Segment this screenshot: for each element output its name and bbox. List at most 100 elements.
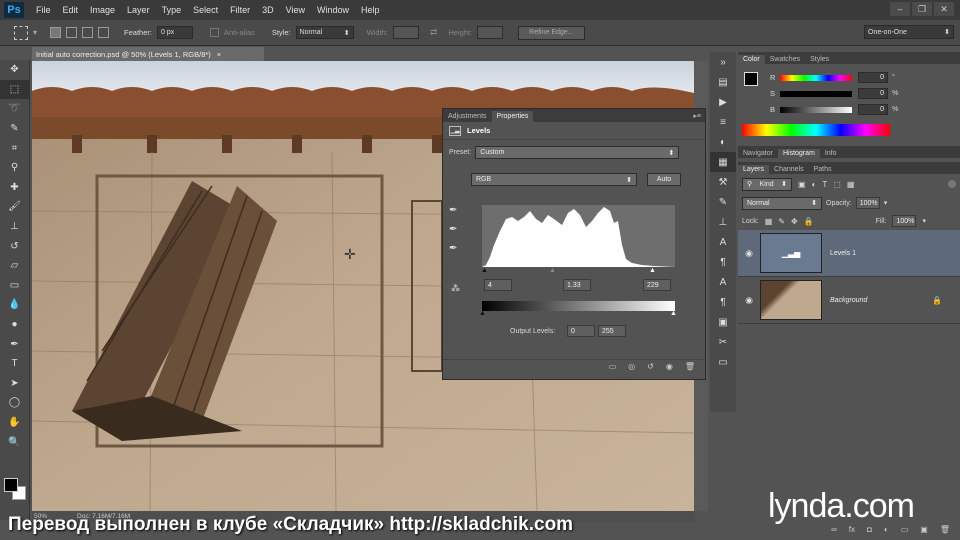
hand-tool-icon[interactable]: ✋: [0, 413, 29, 433]
notes-panel-icon[interactable]: ▭: [710, 352, 736, 372]
clipping-warning-icon[interactable]: ⁂: [451, 283, 460, 294]
history-panel-icon[interactable]: ▤: [710, 72, 736, 92]
tab-paths[interactable]: Paths: [809, 165, 837, 174]
character-panel-icon[interactable]: A: [710, 232, 736, 252]
layer-name-background[interactable]: Background: [830, 297, 867, 304]
close-button[interactable]: ✕: [934, 2, 954, 16]
gray-point-eyedropper-icon[interactable]: ✒: [449, 224, 463, 235]
input-slider-track[interactable]: ▲ ▲ ▲: [481, 267, 676, 275]
lock-transparent-icon[interactable]: ▦: [765, 217, 773, 226]
intersect-selection-icon[interactable]: [98, 27, 110, 38]
rectangular-marquee-icon[interactable]: ⬚: [0, 79, 29, 100]
paragraph-panel-icon[interactable]: ¶: [710, 252, 736, 272]
preset-select[interactable]: Custom ⬍: [475, 146, 680, 159]
width-input[interactable]: [392, 26, 419, 39]
eye-icon[interactable]: ◉: [738, 295, 760, 306]
tab-info[interactable]: Info: [820, 149, 842, 158]
menu-help[interactable]: Help: [355, 5, 386, 15]
filter-toggle-icon[interactable]: [948, 180, 956, 188]
white-point-eyedropper-icon[interactable]: ✒: [449, 243, 463, 254]
subtract-selection-icon[interactable]: [82, 27, 94, 38]
view-previous-icon[interactable]: ◎: [628, 362, 635, 371]
ellipse-tool-icon[interactable]: ◯: [0, 393, 29, 413]
actions-panel-icon[interactable]: ▶: [710, 92, 736, 112]
clip-to-layer-icon[interactable]: ▭: [609, 362, 617, 371]
antialias-checkbox[interactable]: [209, 28, 219, 37]
tab-navigator[interactable]: Navigator: [738, 149, 778, 158]
adjustments-panel-icon[interactable]: ◐: [710, 132, 736, 152]
input-white-field[interactable]: 229: [643, 279, 671, 291]
tab-channels[interactable]: Channels: [769, 165, 809, 174]
minimize-button[interactable]: –: [890, 2, 910, 16]
new-layer-icon[interactable]: ▣: [920, 525, 928, 534]
crop-icon[interactable]: ⌗: [0, 138, 29, 158]
tab-adjustments[interactable]: Adjustments: [443, 111, 492, 122]
saturation-value[interactable]: 0: [858, 88, 888, 99]
lock-position-icon[interactable]: ✥: [791, 217, 798, 226]
brightness-slider[interactable]: [780, 106, 852, 113]
height-input[interactable]: [477, 26, 504, 39]
menu-layer[interactable]: Layer: [121, 5, 156, 15]
layer-comps-icon[interactable]: ▣: [710, 312, 736, 332]
menu-type[interactable]: Type: [156, 5, 188, 15]
color-spectrum-ramp[interactable]: [742, 124, 890, 136]
document-tab[interactable]: Initial auto correction.psd @ 50% (Level…: [32, 47, 264, 61]
tool-presets-icon[interactable]: ⚒: [710, 172, 736, 192]
white-input-handle[interactable]: ▲: [649, 267, 656, 274]
filter-pixel-icon[interactable]: ▣: [798, 180, 806, 189]
input-black-field[interactable]: 4: [484, 279, 512, 291]
delete-adjustment-icon[interactable]: 🗑: [685, 362, 695, 371]
eyedropper-icon[interactable]: ⚲: [0, 158, 29, 178]
output-black-field[interactable]: 0: [567, 325, 595, 337]
refine-edge-button[interactable]: Refine Edge...: [518, 25, 585, 40]
chevron-down-icon[interactable]: ▾: [922, 217, 926, 225]
swap-arrows-icon[interactable]: ⇄: [430, 27, 438, 38]
input-gamma-field[interactable]: 1.33: [563, 279, 591, 291]
tools-panel-icon[interactable]: ✂: [710, 332, 736, 352]
hue-value[interactable]: 0: [858, 72, 888, 83]
output-white-handle[interactable]: ▲: [670, 310, 677, 317]
black-point-eyedropper-icon[interactable]: ✒: [449, 205, 463, 216]
menu-image[interactable]: Image: [84, 5, 121, 15]
healing-brush-icon[interactable]: ✚: [0, 178, 29, 198]
gamma-input-handle[interactable]: ▲: [549, 267, 556, 274]
filter-adjustment-icon[interactable]: ◐: [812, 180, 817, 189]
opacity-field[interactable]: 100%: [855, 197, 880, 209]
marquee-tool-icon[interactable]: [14, 25, 28, 40]
brush-panel-icon[interactable]: ✎: [710, 192, 736, 212]
close-tab-icon[interactable]: ×: [217, 50, 221, 59]
menu-edit[interactable]: Edit: [57, 5, 85, 15]
menu-view[interactable]: View: [280, 5, 311, 15]
layer-name-levels[interactable]: Levels 1: [830, 250, 856, 257]
filter-type-icon[interactable]: T: [822, 180, 827, 189]
black-input-handle[interactable]: ▲: [481, 267, 488, 274]
delete-layer-icon[interactable]: 🗑: [940, 525, 950, 534]
type-tool-icon[interactable]: T: [0, 354, 29, 374]
brightness-value[interactable]: 0: [858, 104, 888, 115]
dodge-icon[interactable]: ●: [0, 315, 29, 335]
chevron-down-icon[interactable]: ▾: [33, 28, 37, 37]
filter-smart-object-icon[interactable]: ▦: [847, 180, 855, 189]
paragraph-styles-icon[interactable]: ¶: [710, 292, 736, 312]
menu-file[interactable]: File: [30, 5, 57, 15]
chevron-down-icon[interactable]: ▾: [884, 199, 888, 207]
new-selection-icon[interactable]: [50, 27, 62, 38]
eye-icon[interactable]: ◉: [738, 248, 760, 259]
auto-button[interactable]: Auto: [647, 173, 681, 186]
reset-adjustment-icon[interactable]: ↺: [647, 362, 654, 371]
output-white-field[interactable]: 255: [598, 325, 626, 337]
tab-color[interactable]: Color: [738, 55, 765, 64]
lock-pixels-icon[interactable]: ✎: [778, 217, 785, 226]
restore-button[interactable]: ❐: [912, 2, 932, 16]
blur-icon[interactable]: 💧: [0, 295, 29, 315]
brush-icon[interactable]: 🖌: [0, 197, 29, 217]
tab-histogram[interactable]: Histogram: [777, 149, 820, 158]
zoom-tool-icon[interactable]: 🔍: [0, 432, 29, 452]
quick-selection-icon[interactable]: ✎: [0, 119, 29, 139]
hue-slider[interactable]: [780, 74, 852, 81]
character-styles-icon[interactable]: A: [710, 272, 736, 292]
add-selection-icon[interactable]: [66, 27, 78, 38]
path-selection-icon[interactable]: ➤: [0, 374, 29, 394]
feather-input[interactable]: 0 px: [156, 26, 193, 39]
style-select[interactable]: Normal ⬍: [295, 26, 354, 39]
